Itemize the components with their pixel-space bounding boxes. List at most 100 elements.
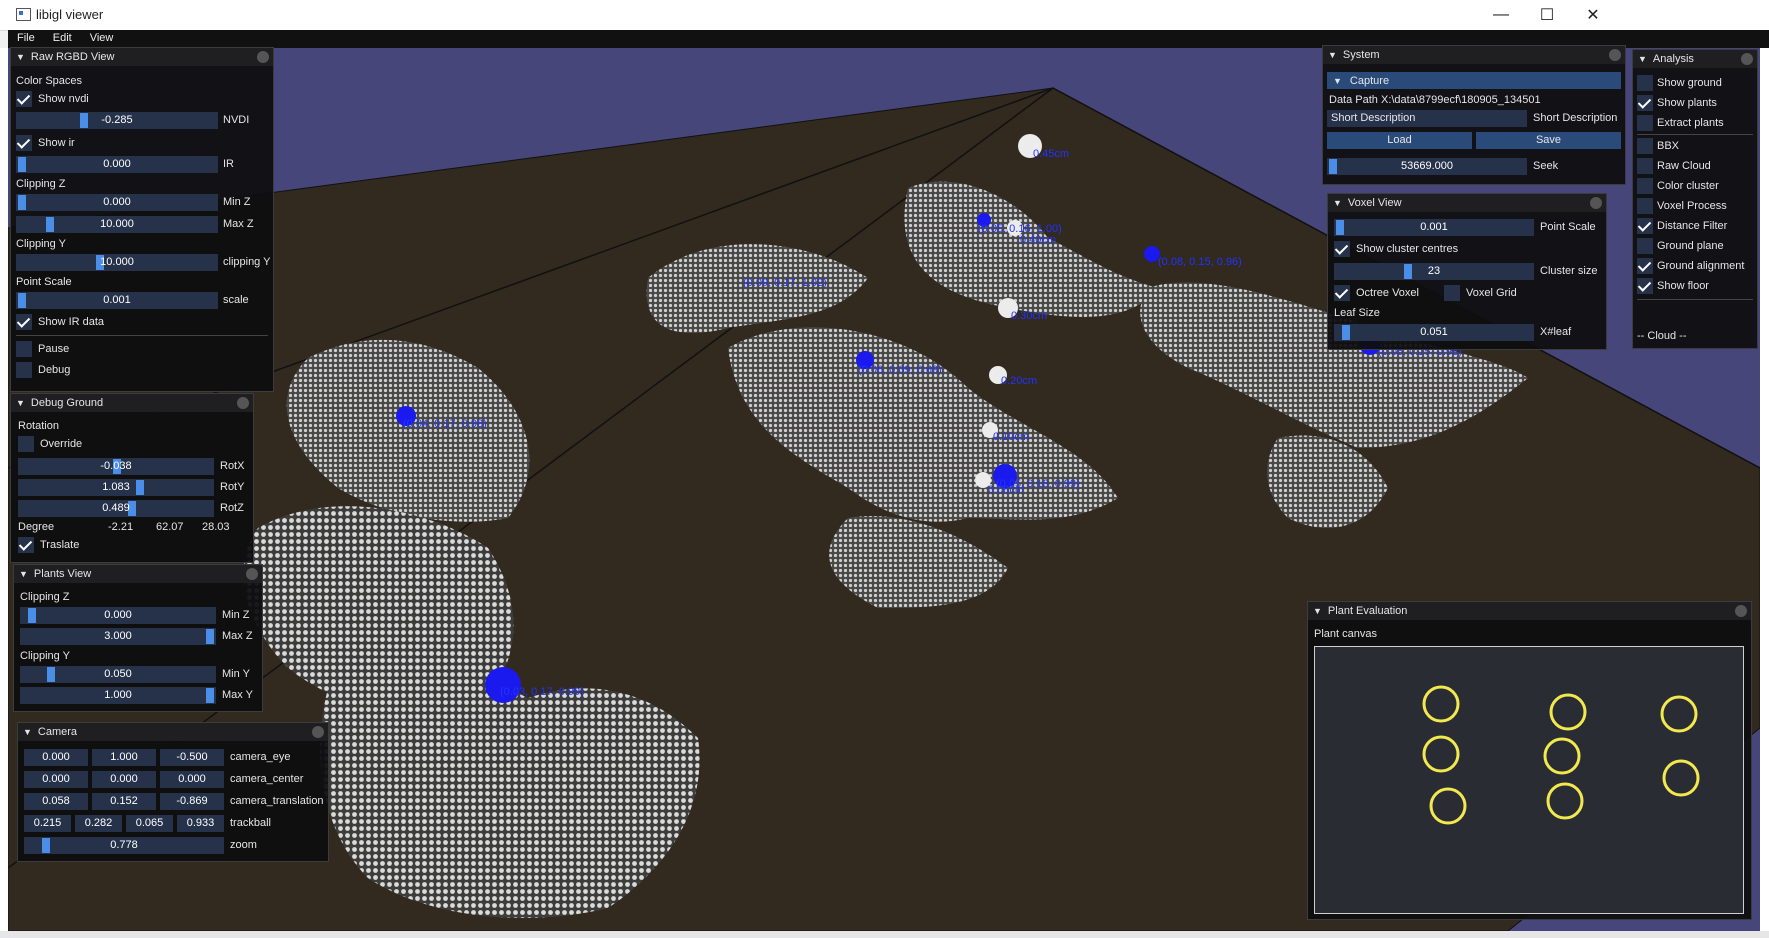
traslate-checkbox[interactable] xyxy=(18,537,34,553)
camera-center-z[interactable]: 0.000 xyxy=(160,771,224,788)
close-icon[interactable] xyxy=(1735,605,1747,617)
collapse-triangle-icon[interactable]: ▼ xyxy=(1313,606,1322,616)
collapse-triangle-icon[interactable]: ▼ xyxy=(19,569,28,579)
camera-center-x[interactable]: 0.000 xyxy=(24,771,88,788)
leaf-size-slider[interactable]: 0.051 xyxy=(1334,324,1534,341)
override-checkbox[interactable] xyxy=(18,436,34,452)
analysis-item-label: Raw Cloud xyxy=(1657,160,1711,172)
voxel-grid-checkbox[interactable] xyxy=(1444,285,1460,301)
plant-canvas[interactable] xyxy=(1314,646,1744,914)
system-header[interactable]: ▼ System xyxy=(1323,46,1625,64)
camera-eye-x[interactable]: 0.000 xyxy=(24,749,88,766)
collapse-triangle-icon[interactable]: ▼ xyxy=(16,398,25,408)
plants-max-y-slider[interactable]: 1.000 xyxy=(20,687,216,704)
plants-min-z-slider[interactable]: 0.000 xyxy=(20,607,216,624)
plants-max-z-slider[interactable]: 3.000 xyxy=(20,628,216,645)
collapse-triangle-icon[interactable]: ▼ xyxy=(1638,54,1647,64)
analysis-checkbox[interactable] xyxy=(1637,138,1653,154)
raw-rgbd-header[interactable]: ▼ Raw RGBD View xyxy=(11,48,273,66)
close-icon[interactable] xyxy=(1609,49,1621,61)
camera-center-y[interactable]: 0.000 xyxy=(92,771,156,788)
maximize-button[interactable]: ☐ xyxy=(1524,0,1570,30)
voxel-point-scale-slider[interactable]: 0.001 xyxy=(1334,219,1534,236)
camera-translation-y[interactable]: 0.152 xyxy=(92,793,156,810)
debug-ground-header[interactable]: ▼ Debug Ground xyxy=(11,394,253,412)
analysis-item-label: Distance Filter xyxy=(1657,220,1728,232)
collapse-triangle-icon[interactable]: ▼ xyxy=(1333,198,1342,208)
load-button[interactable]: Load xyxy=(1327,132,1472,149)
debug-checkbox[interactable] xyxy=(16,362,32,378)
cluster-size-slider[interactable]: 23 xyxy=(1334,263,1534,280)
close-icon[interactable] xyxy=(237,397,249,409)
short-description-input[interactable]: Short Description xyxy=(1327,110,1527,127)
collapse-triangle-icon[interactable]: ▼ xyxy=(16,52,25,62)
panel-title: Plant Evaluation xyxy=(1327,605,1408,617)
trackball-w[interactable]: 0.215 xyxy=(24,815,71,832)
minimize-button[interactable]: — xyxy=(1478,0,1524,30)
scale-slider[interactable]: 0.001 xyxy=(16,292,218,309)
camera-eye-z[interactable]: -0.500 xyxy=(160,749,224,766)
menu-file[interactable]: File xyxy=(8,30,44,46)
zoom-label: zoom xyxy=(230,839,257,851)
camera-translation-z[interactable]: -0.869 xyxy=(160,793,224,810)
plants-min-y-slider[interactable]: 0.050 xyxy=(20,666,216,683)
collapse-triangle-icon[interactable]: ▼ xyxy=(1333,76,1342,86)
analysis-header[interactable]: ▼ Analysis xyxy=(1633,50,1757,68)
nvdi-slider[interactable]: -0.285 xyxy=(16,112,218,129)
close-icon[interactable] xyxy=(312,726,324,738)
camera-eye-y[interactable]: 1.000 xyxy=(92,749,156,766)
collapse-triangle-icon[interactable]: ▼ xyxy=(23,727,32,737)
min-z-label: Min Z xyxy=(223,196,251,208)
analysis-checkbox[interactable] xyxy=(1637,278,1653,294)
save-button[interactable]: Save xyxy=(1476,132,1621,149)
menu-edit[interactable]: Edit xyxy=(44,30,81,46)
close-icon[interactable] xyxy=(257,51,269,63)
octree-voxel-checkbox[interactable] xyxy=(1334,285,1350,301)
plant-evaluation-header[interactable]: ▼ Plant Evaluation xyxy=(1308,602,1751,620)
ir-slider[interactable]: 0.000 xyxy=(16,156,218,173)
show-ir-checkbox[interactable] xyxy=(16,135,32,151)
camera-translation-x[interactable]: 0.058 xyxy=(24,793,88,810)
rotz-slider[interactable]: 0.489 xyxy=(18,500,214,517)
trackball-x[interactable]: 0.282 xyxy=(75,815,122,832)
show-nvdi-label: Show nvdi xyxy=(38,93,89,105)
min-z-slider[interactable]: 0.000 xyxy=(16,194,218,211)
show-nvdi-checkbox[interactable] xyxy=(16,91,32,107)
cluster-label: (0.06, 0.09, 0.69) xyxy=(858,364,942,376)
clipping-y-slider[interactable]: 10.000 xyxy=(16,254,218,271)
plants-view-header[interactable]: ▼ Plants View xyxy=(14,565,262,583)
analysis-checkbox[interactable] xyxy=(1637,178,1653,194)
voxel-view-header[interactable]: ▼ Voxel View xyxy=(1328,194,1606,212)
close-icon[interactable] xyxy=(1590,197,1602,209)
rotz-label: RotZ xyxy=(220,502,244,514)
collapse-triangle-icon[interactable]: ▼ xyxy=(1328,50,1337,60)
plant-ring xyxy=(1422,685,1460,723)
menu-view[interactable]: View xyxy=(81,30,123,46)
trackball-y[interactable]: 0.065 xyxy=(126,815,173,832)
close-window-button[interactable]: ✕ xyxy=(1570,0,1616,30)
zoom-slider[interactable]: 0.778 xyxy=(24,837,224,854)
data-path-text: Data Path X:\data\8799ecf\180905_134501 xyxy=(1329,94,1541,106)
analysis-checkbox[interactable] xyxy=(1637,258,1653,274)
show-ir-data-checkbox[interactable] xyxy=(16,314,32,330)
analysis-checkbox[interactable] xyxy=(1637,238,1653,254)
plants-min-y-label: Min Y xyxy=(222,668,250,680)
capture-header[interactable]: ▼ Capture xyxy=(1327,72,1621,89)
rotx-slider[interactable]: -0.038 xyxy=(18,458,214,475)
analysis-checkbox[interactable] xyxy=(1637,158,1653,174)
pause-checkbox[interactable] xyxy=(16,341,32,357)
camera-header[interactable]: ▼ Camera xyxy=(18,723,328,741)
analysis-checkbox[interactable] xyxy=(1637,115,1653,131)
analysis-checkbox[interactable] xyxy=(1637,75,1653,91)
close-icon[interactable] xyxy=(246,568,258,580)
close-icon[interactable] xyxy=(1741,53,1753,65)
seek-slider[interactable]: 53669.000 xyxy=(1327,158,1527,175)
roty-slider[interactable]: 1.083 xyxy=(18,479,214,496)
max-z-label: Max Z xyxy=(223,218,254,230)
trackball-z[interactable]: 0.933 xyxy=(177,815,224,832)
show-cluster-centres-checkbox[interactable] xyxy=(1334,241,1350,257)
analysis-checkbox[interactable] xyxy=(1637,95,1653,111)
max-z-slider[interactable]: 10.000 xyxy=(16,216,218,233)
analysis-checkbox[interactable] xyxy=(1637,198,1653,214)
analysis-checkbox[interactable] xyxy=(1637,218,1653,234)
